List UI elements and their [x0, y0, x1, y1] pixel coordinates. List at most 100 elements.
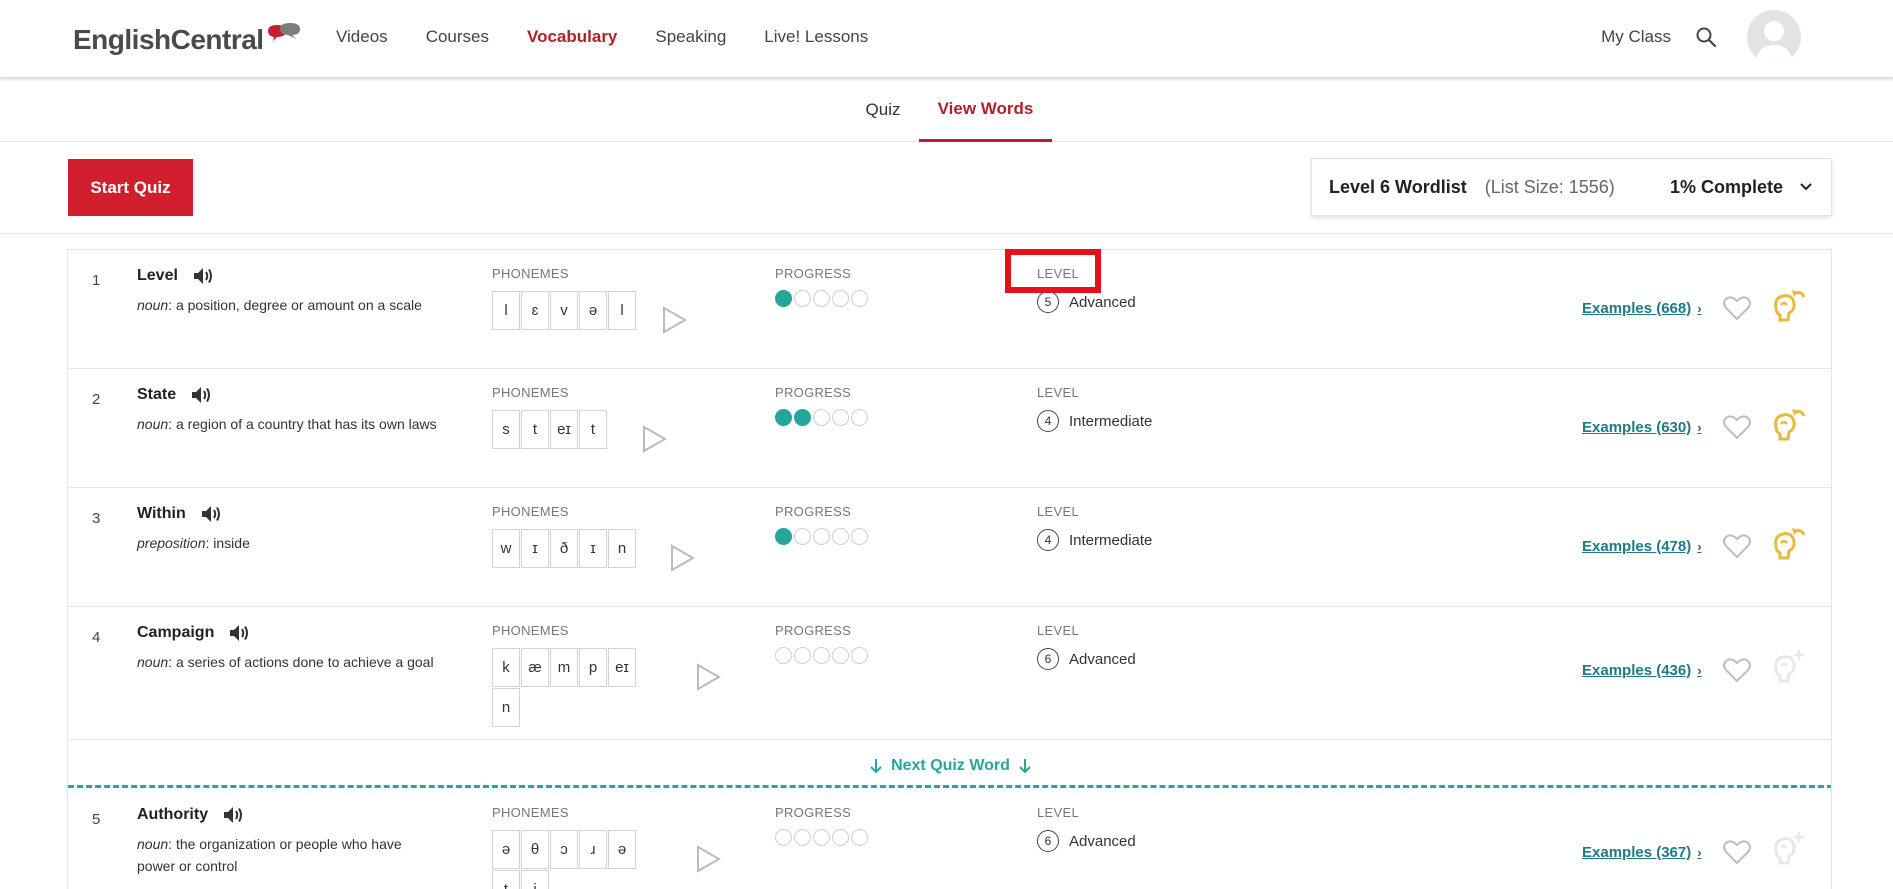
word-title[interactable]: Within: [137, 505, 186, 523]
brain-add-icon[interactable]: [1768, 829, 1808, 869]
word-title[interactable]: Level: [137, 267, 178, 285]
progress-dot: [794, 409, 811, 426]
play-icon[interactable]: [694, 844, 722, 874]
phoneme[interactable]: ɪ: [579, 529, 607, 568]
brain-review-icon[interactable]: [1768, 405, 1808, 445]
word-title[interactable]: Authority: [137, 806, 208, 824]
speaker-icon[interactable]: [222, 805, 246, 825]
heart-icon[interactable]: [1723, 657, 1751, 683]
avatar-silhouette-icon: [1755, 21, 1793, 64]
phoneme[interactable]: w: [492, 529, 520, 568]
phoneme[interactable]: m: [550, 648, 578, 687]
play-icon[interactable]: [640, 424, 668, 454]
examples-link[interactable]: Examples (367) ›: [1582, 844, 1702, 861]
top-header: EnglishCentral Videos Courses Vocabulary…: [0, 0, 1893, 78]
play-icon[interactable]: [668, 543, 696, 573]
start-quiz-button[interactable]: Start Quiz: [68, 159, 193, 216]
arrow-down-icon: [870, 758, 882, 773]
brain-add-icon[interactable]: [1768, 647, 1808, 687]
level-name: Advanced: [1069, 293, 1136, 311]
phoneme[interactable]: v: [550, 291, 578, 330]
brain-review-icon[interactable]: [1768, 524, 1808, 564]
examples-link[interactable]: Examples (478) ›: [1582, 538, 1702, 555]
phoneme[interactable]: n: [492, 688, 520, 727]
heart-icon[interactable]: [1723, 295, 1751, 321]
phoneme[interactable]: s: [492, 410, 520, 449]
level-label: LEVEL: [1037, 385, 1079, 400]
word-number: 1: [92, 272, 101, 289]
next-quiz-word-label: Next Quiz Word: [891, 756, 1010, 774]
phoneme[interactable]: æ: [521, 648, 549, 687]
phoneme[interactable]: i: [521, 870, 549, 889]
speaker-icon[interactable]: [228, 623, 252, 643]
phonemes: l ɛ v ə l: [492, 291, 637, 331]
phoneme[interactable]: eɪ: [608, 648, 636, 687]
heart-icon[interactable]: [1723, 414, 1751, 440]
word-title[interactable]: Campaign: [137, 624, 214, 642]
level-label: LEVEL: [1037, 805, 1079, 820]
my-class-link[interactable]: My Class: [1601, 27, 1671, 47]
word-level: 6 Advanced: [1037, 830, 1136, 852]
phoneme[interactable]: n: [608, 529, 636, 568]
phoneme[interactable]: ə: [579, 291, 607, 330]
phoneme[interactable]: t: [579, 410, 607, 449]
phoneme[interactable]: ə: [492, 830, 520, 869]
brain-review-icon[interactable]: [1768, 286, 1808, 326]
phoneme[interactable]: ɔ: [550, 830, 578, 869]
next-quiz-word-divider: Next Quiz Word: [68, 746, 1831, 788]
chevron-right-icon: ›: [1697, 663, 1702, 678]
word-definition: noun: a region of a country that has its…: [137, 416, 437, 432]
nav-live-lessons[interactable]: Live! Lessons: [764, 27, 868, 47]
phoneme[interactable]: t: [521, 410, 549, 449]
progress-label: PROGRESS: [775, 266, 852, 281]
word-number: 5: [92, 811, 101, 828]
phonemes-label: PHONEMES: [492, 385, 569, 400]
phoneme[interactable]: p: [579, 648, 607, 687]
word-title[interactable]: State: [137, 386, 176, 404]
wordlist-selector[interactable]: Level 6 Wordlist (List Size: 1556) 1% Co…: [1311, 158, 1832, 216]
word-row: 2 State noun: a region of a country that…: [68, 369, 1831, 488]
progress-dot: [813, 647, 830, 664]
phoneme[interactable]: eɪ: [550, 410, 578, 449]
word-number: 2: [92, 391, 101, 408]
chevron-right-icon: ›: [1697, 845, 1702, 860]
englishcentral-logo[interactable]: EnglishCentral: [73, 20, 302, 60]
word-row: 5 Authority noun: the organization or pe…: [68, 789, 1831, 889]
speaker-icon[interactable]: [192, 266, 216, 286]
phoneme[interactable]: ɛ: [521, 291, 549, 330]
progress-dots: [775, 829, 870, 846]
progress-dot: [851, 290, 868, 307]
tab-quiz[interactable]: Quiz: [850, 78, 916, 142]
heart-icon[interactable]: [1723, 839, 1751, 865]
level-number: 4: [1037, 529, 1059, 551]
phoneme[interactable]: k: [492, 648, 520, 687]
phoneme[interactable]: ɹ: [579, 830, 607, 869]
user-avatar[interactable]: [1747, 10, 1801, 64]
nav-videos[interactable]: Videos: [336, 27, 388, 47]
phonemes: w ɪ ð ɪ n: [492, 529, 637, 569]
phoneme[interactable]: ə: [608, 830, 636, 869]
play-icon[interactable]: [660, 305, 688, 335]
examples-link[interactable]: Examples (436) ›: [1582, 662, 1702, 679]
nav-courses[interactable]: Courses: [426, 27, 489, 47]
level-name: Advanced: [1069, 650, 1136, 668]
heart-icon[interactable]: [1723, 533, 1751, 559]
progress-dot: [775, 409, 792, 426]
phoneme[interactable]: θ: [521, 830, 549, 869]
speaker-icon[interactable]: [200, 504, 224, 524]
tab-view-words[interactable]: View Words: [919, 78, 1052, 142]
phoneme[interactable]: ð: [550, 529, 578, 568]
play-icon[interactable]: [694, 662, 722, 692]
word-level: 4 Intermediate: [1037, 410, 1152, 432]
examples-link[interactable]: Examples (668) ›: [1582, 300, 1702, 317]
phoneme[interactable]: l: [492, 291, 520, 330]
speaker-icon[interactable]: [190, 385, 214, 405]
nav-vocabulary[interactable]: Vocabulary: [527, 27, 617, 47]
examples-link[interactable]: Examples (630) ›: [1582, 419, 1702, 436]
nav-speaking[interactable]: Speaking: [655, 27, 726, 47]
level-label: LEVEL: [1037, 266, 1079, 281]
phoneme[interactable]: ɪ: [521, 529, 549, 568]
phoneme[interactable]: l: [608, 291, 636, 330]
phoneme[interactable]: t: [492, 870, 520, 889]
search-icon[interactable]: [1695, 26, 1717, 48]
